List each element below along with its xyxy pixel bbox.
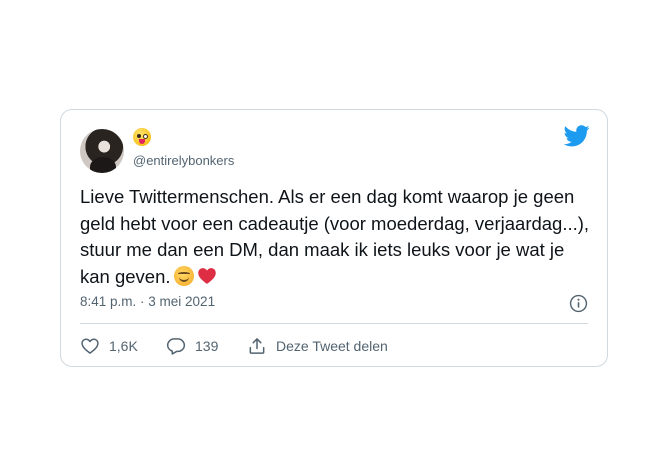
heart-outline-icon [81, 338, 99, 354]
share-icon [249, 338, 265, 354]
tweet-card[interactable]: @entirelybonkers Lieve Twittermenschen. … [60, 109, 608, 367]
reply-count: 139 [195, 338, 219, 354]
like-button[interactable]: 1,6K [80, 336, 138, 356]
red-heart-emoji-icon [197, 266, 217, 286]
tweet-body: Lieve Twittermenschen. Als er een dag ko… [80, 186, 590, 287]
twitter-bird-icon[interactable] [564, 125, 590, 147]
share-label: Deze Tweet delen [276, 338, 388, 354]
avatar[interactable] [80, 129, 124, 173]
zany-face-emoji-icon [133, 128, 151, 146]
divider [80, 323, 588, 324]
reply-button[interactable]: 139 [166, 336, 218, 356]
like-count: 1,6K [109, 338, 138, 354]
tweet-text: Lieve Twittermenschen. Als er een dag ko… [80, 184, 590, 290]
user-handle[interactable]: @entirelybonkers [133, 153, 234, 168]
info-icon[interactable] [569, 294, 588, 313]
reply-icon [166, 338, 186, 355]
smiling-face-emoji-icon [173, 265, 194, 286]
share-button[interactable]: Deze Tweet delen [247, 336, 388, 356]
tweet-timestamp[interactable]: 8:41 p.m. · 3 mei 2021 [80, 294, 215, 309]
